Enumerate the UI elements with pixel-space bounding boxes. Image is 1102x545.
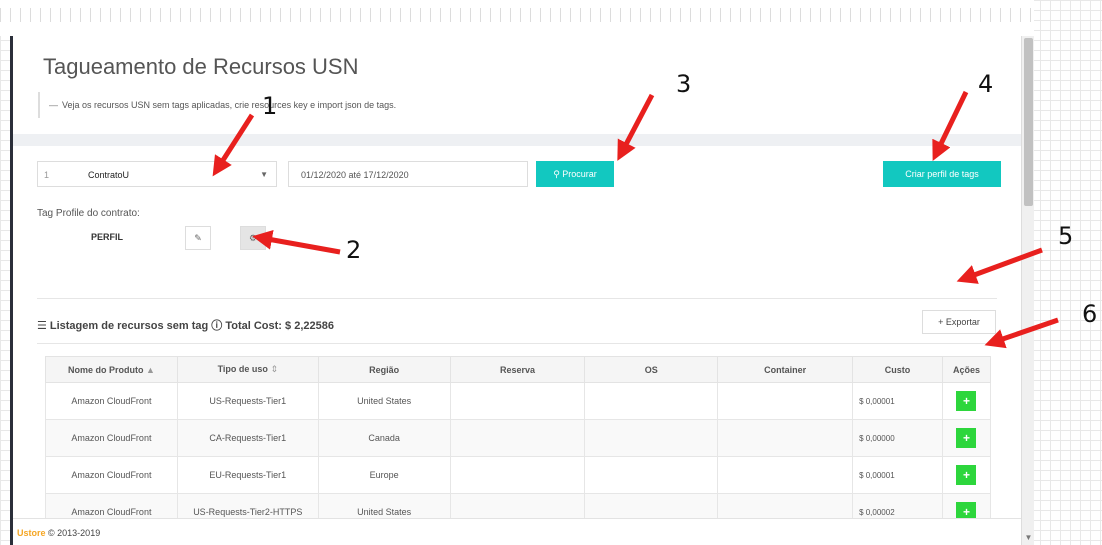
callout-1: 1 — [262, 92, 278, 120]
annotation-arrows — [212, 90, 1059, 349]
callout-5: 5 — [1058, 222, 1074, 250]
arrow-6 — [984, 317, 1059, 349]
arrow-4 — [932, 90, 969, 162]
callout-6: 6 — [1082, 300, 1098, 328]
arrow-5 — [956, 247, 1043, 284]
callout-2: 2 — [346, 236, 362, 264]
arrow-2 — [252, 229, 341, 255]
arrow-1 — [212, 113, 255, 177]
callout-4: 4 — [978, 70, 994, 98]
callout-3: 3 — [676, 70, 692, 98]
arrow-3 — [617, 93, 655, 161]
